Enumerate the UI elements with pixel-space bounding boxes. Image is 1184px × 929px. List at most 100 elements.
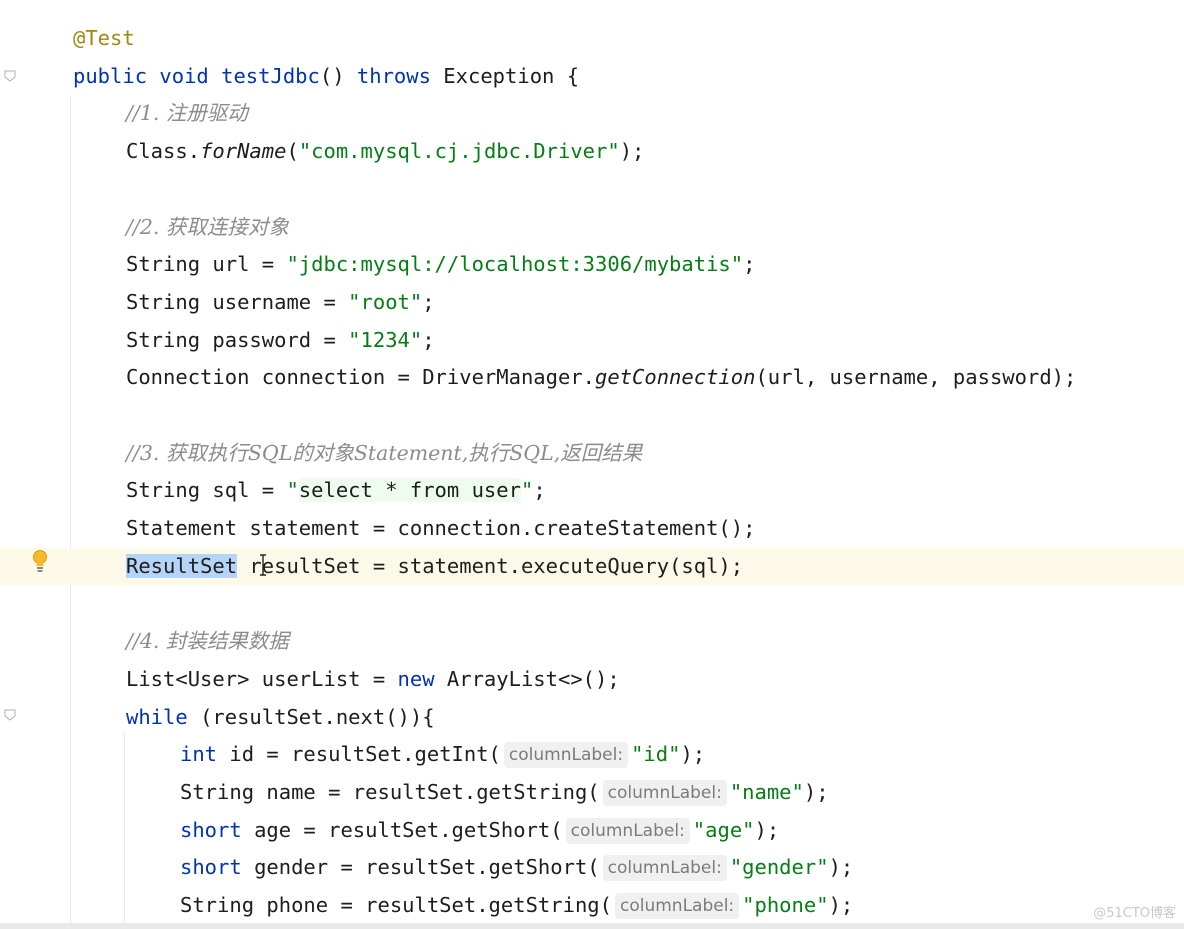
- code-token: ResultSet: [126, 553, 238, 578]
- code-line[interactable]: String phone = resultSet.getString(colum…: [0, 887, 1184, 924]
- code-line[interactable]: //1. 注册驱动: [0, 95, 1184, 132]
- code-line[interactable]: List<User> userList = new ArrayList<>();: [0, 661, 1184, 698]
- code-text[interactable]: Class.forName("com.mysql.cj.jdbc.Driver"…: [126, 133, 644, 170]
- code-line[interactable]: @Test: [0, 20, 1184, 57]
- code-line[interactable]: ResultSet resultSet = statement.executeQ…: [0, 547, 1184, 585]
- parameter-hint: columnLabel:: [602, 855, 727, 882]
- code-token: "jdbc:mysql://localhost:3306/mybatis": [286, 252, 744, 277]
- code-text[interactable]: while (resultSet.next()){: [126, 699, 435, 736]
- parameter-hint: columnLabel:: [614, 893, 740, 920]
- code-token: );: [803, 780, 829, 804]
- code-line[interactable]: short age = resultSet.getShort(columnLab…: [0, 812, 1184, 849]
- code-token: List<User> userList =: [126, 666, 398, 691]
- horizontal-scrollbar[interactable]: [0, 923, 1184, 929]
- code-token: select * from user: [298, 478, 521, 503]
- code-text[interactable]: ResultSet resultSet = statement.executeQ…: [126, 548, 743, 585]
- code-line[interactable]: public void testJdbc() throws Exception …: [0, 58, 1184, 95]
- code-line[interactable]: String name = resultSet.getString(column…: [0, 774, 1184, 811]
- code-token: short: [180, 817, 255, 842]
- code-text[interactable]: String phone = resultSet.getString(colum…: [180, 887, 853, 924]
- code-token: gender = resultSet.getShort(: [254, 855, 600, 880]
- code-line[interactable]: [0, 397, 1184, 434]
- code-token: );: [828, 893, 854, 918]
- code-text[interactable]: Statement statement = connection.createS…: [126, 510, 755, 547]
- code-token: age = resultSet.getShort(: [254, 817, 563, 842]
- code-line[interactable]: int id = resultSet.getInt(columnLabel: "i…: [0, 736, 1184, 773]
- code-token: (: [286, 139, 299, 164]
- code-token: "phone": [742, 893, 829, 918]
- parameter-hint: columnLabel:: [565, 817, 690, 844]
- code-line[interactable]: String username = "root";: [0, 284, 1184, 321]
- code-token: ;: [422, 289, 435, 314]
- code-token: String password =: [126, 327, 349, 352]
- parameter-hint: columnLabel:: [602, 780, 727, 806]
- code-text[interactable]: //4. 封装结果数据: [126, 623, 289, 660]
- code-token: new: [397, 666, 447, 691]
- code-token: @Test: [73, 26, 135, 50]
- code-token: ;: [533, 478, 546, 503]
- code-token: Class.: [126, 139, 201, 164]
- code-text[interactable]: Connection connection = DriverManager.ge…: [126, 359, 1076, 396]
- code-token: ;: [743, 252, 756, 277]
- code-text[interactable]: //1. 注册驱动: [126, 95, 248, 132]
- code-line[interactable]: Connection connection = DriverManager.ge…: [0, 359, 1184, 396]
- parameter-hint: columnLabel:: [503, 742, 629, 769]
- code-token: String phone = resultSet.getString(: [180, 893, 612, 918]
- code-token: short: [180, 855, 255, 880]
- code-text[interactable]: String url = "jdbc:mysql://localhost:330…: [126, 246, 755, 283]
- code-text[interactable]: String username = "root";: [126, 284, 435, 321]
- code-line[interactable]: //2. 获取连接对象: [0, 209, 1184, 246]
- code-token: String sql =: [126, 478, 287, 503]
- code-token: Connection connection = DriverManager.: [126, 365, 595, 390]
- code-token: testJdbc: [221, 63, 320, 88]
- code-token: resultSet = statement.executeQuery(sql);: [237, 553, 744, 578]
- code-token: Statement statement = connection.createS…: [126, 516, 756, 541]
- code-text[interactable]: String password = "1234";: [126, 322, 435, 359]
- code-line[interactable]: //3. 获取执行SQL的对象Statement,执行SQL,返回结果: [0, 435, 1184, 472]
- code-line[interactable]: String url = "jdbc:mysql://localhost:330…: [0, 246, 1184, 283]
- code-line[interactable]: Class.forName("com.mysql.cj.jdbc.Driver"…: [0, 133, 1184, 170]
- code-token: "age": [692, 817, 755, 842]
- code-line[interactable]: [0, 171, 1184, 208]
- code-token: ": [520, 478, 534, 503]
- code-text[interactable]: //3. 获取执行SQL的对象Statement,执行SQL,返回结果: [126, 435, 642, 472]
- code-text[interactable]: short age = resultSet.getShort(columnLab…: [180, 812, 779, 849]
- code-token: Exception {: [443, 63, 580, 88]
- code-line[interactable]: short gender = resultSet.getShort(column…: [0, 849, 1184, 886]
- code-comment: //4. 封装结果数据: [126, 629, 289, 654]
- watermark: @51CTO博客: [1093, 906, 1176, 921]
- code-token: "com.mysql.cj.jdbc.Driver": [298, 139, 620, 164]
- code-text[interactable]: public void testJdbc() throws Exception …: [73, 58, 579, 95]
- lightbulb-icon[interactable]: [31, 549, 49, 573]
- code-text[interactable]: //2. 获取连接对象: [126, 209, 289, 246]
- code-line[interactable]: String sql = "select * from user";: [0, 472, 1184, 509]
- code-token: ": [286, 478, 299, 503]
- text-cursor-icon: [260, 554, 266, 576]
- code-token: public void: [73, 63, 222, 88]
- code-token: while: [126, 704, 201, 729]
- code-line[interactable]: //4. 封装结果数据: [0, 623, 1184, 660]
- code-line[interactable]: while (resultSet.next()){: [0, 699, 1184, 736]
- code-comment: //1. 注册驱动: [126, 101, 248, 126]
- code-token: "name": [729, 780, 804, 804]
- code-text[interactable]: String sql = "select * from user";: [126, 472, 546, 509]
- code-text[interactable]: String name = resultSet.getString(column…: [180, 774, 829, 811]
- code-token: );: [619, 139, 645, 164]
- code-line[interactable]: [0, 586, 1184, 623]
- code-text[interactable]: List<User> userList = new ArrayList<>();: [126, 661, 620, 698]
- code-comment: //2. 获取连接对象: [126, 214, 289, 239]
- code-token: );: [828, 855, 854, 880]
- code-token: int: [180, 742, 230, 767]
- code-token: String name = resultSet.getString(: [180, 780, 600, 804]
- code-token: (url, username, password);: [755, 365, 1077, 390]
- code-token: ;: [422, 327, 435, 352]
- code-token: String username =: [126, 289, 349, 314]
- code-text[interactable]: int id = resultSet.getInt(columnLabel: "i…: [180, 736, 705, 773]
- code-line[interactable]: Statement statement = connection.createS…: [0, 510, 1184, 547]
- code-text[interactable]: @Test: [73, 20, 135, 57]
- code-line[interactable]: String password = "1234";: [0, 322, 1184, 359]
- code-token: String url =: [126, 252, 287, 277]
- code-token: (): [319, 63, 357, 88]
- code-token: );: [680, 742, 706, 767]
- code-text[interactable]: short gender = resultSet.getShort(column…: [180, 849, 853, 886]
